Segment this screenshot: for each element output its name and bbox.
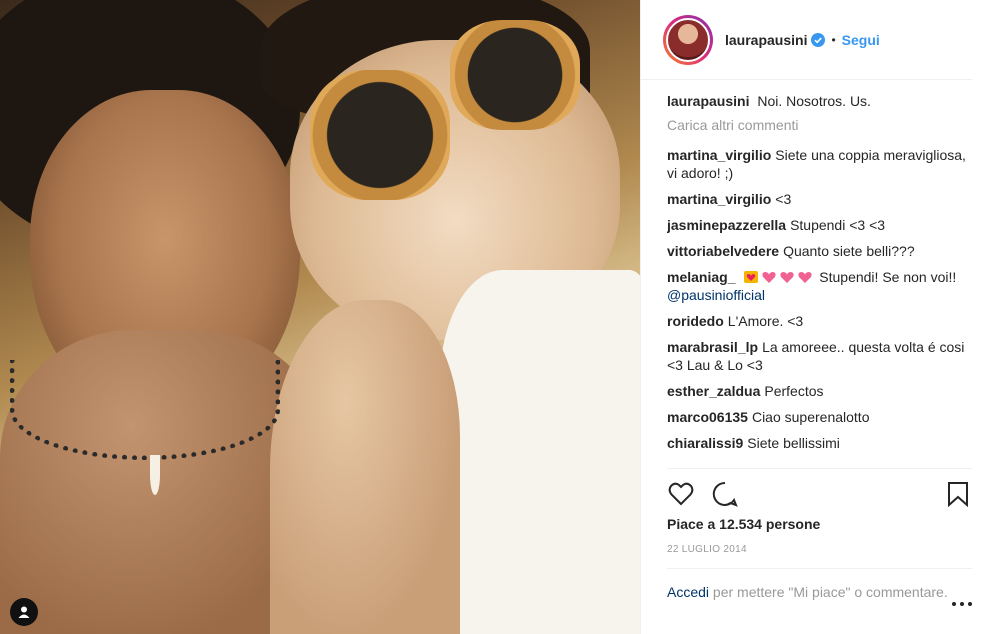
list-item: martina_virgilio Siete una coppia meravig…	[667, 146, 972, 182]
comment-username[interactable]: marabrasil_lp	[667, 339, 758, 355]
save-button[interactable]	[944, 480, 972, 508]
caption-text: Noi. Nosotros. Us.	[757, 93, 871, 109]
comment-text: Stupendi <3 <3	[790, 217, 886, 233]
list-item: martina_virgilio <3	[667, 190, 972, 208]
login-link[interactable]: Accedi	[667, 584, 709, 600]
comment-text: Stupendi! Se non voi!!	[815, 269, 957, 285]
comment-text: Perfectos	[764, 383, 824, 399]
comment-username[interactable]: jasminepazzerella	[667, 217, 786, 233]
comment-username[interactable]: chiaralissi9	[667, 435, 743, 451]
comment-username[interactable]: roridedo	[667, 313, 724, 329]
comment-username[interactable]: martina_virgilio	[667, 191, 771, 207]
post-photo[interactable]	[0, 0, 640, 634]
comment-username[interactable]: melaniag_	[667, 269, 735, 285]
list-item: marabrasil_lp La amoreee.. questa volta é…	[667, 338, 972, 374]
bookmark-icon	[948, 481, 968, 507]
comment-text: Quanto siete belli???	[783, 243, 915, 259]
list-item: vittoriabelvedere Quanto siete belli???	[667, 242, 972, 260]
comment-bubble-icon	[712, 481, 738, 507]
avatar[interactable]	[663, 14, 713, 65]
sparkling-heart-emoji-icon	[762, 272, 776, 283]
comment-username[interactable]: esther_zaldua	[667, 383, 760, 399]
post-date[interactable]: 22 LUGLIO 2014	[667, 544, 747, 555]
comment-text: L'Amore. <3	[727, 313, 804, 329]
user-tag-icon	[18, 606, 30, 618]
likes-count[interactable]: Piace a 12.534 persone	[667, 516, 820, 532]
sparkling-heart-emoji-icon	[780, 272, 794, 283]
author-username[interactable]: laurapausini	[725, 32, 807, 48]
separator-dot: •	[831, 32, 836, 47]
list-item: jasminepazzerella Stupendi <3 <3	[667, 216, 972, 234]
post-side-panel: laurapausini • Segui laurapausini Noi. N…	[640, 0, 1000, 634]
comment-text: <3	[775, 191, 792, 207]
verified-badge-icon	[811, 32, 826, 47]
caption-username[interactable]: laurapausini	[667, 93, 749, 109]
list-item: chiaralissi9 Siete bellissimi	[667, 434, 972, 452]
sparkling-heart-emoji-icon	[798, 272, 812, 283]
post-header: laurapausini • Segui	[641, 0, 972, 80]
comment-username[interactable]: martina_virgilio	[667, 147, 771, 163]
heart-icon	[668, 482, 694, 505]
login-prompt: Accedi per mettere "Mi piace" o commenta…	[667, 568, 972, 606]
comment-text: Siete bellissimi	[747, 435, 840, 451]
comment-button[interactable]	[711, 480, 739, 508]
load-more-comments-button[interactable]: Carica altri commenti	[667, 116, 972, 134]
comments-list[interactable]: laurapausini Noi. Nosotros. Us. Carica a…	[667, 92, 972, 468]
couple-heart-emoji-icon	[744, 271, 759, 283]
list-item: marco06135 Ciao superenalotto	[667, 408, 972, 426]
follow-button[interactable]: Segui	[842, 32, 880, 48]
list-item: roridedo L'Amore. <3	[667, 312, 972, 330]
comment-username[interactable]: marco06135	[667, 409, 748, 425]
list-item: melaniag_ Stupendi! Se non voi!! @pausin…	[667, 268, 972, 304]
comment-username[interactable]: vittoriabelvedere	[667, 243, 779, 259]
like-button[interactable]	[667, 480, 695, 508]
comment-text: Ciao superenalotto	[751, 409, 870, 425]
mention-link[interactable]: @pausiniofficial	[667, 287, 765, 303]
list-item: esther_zaldua Perfectos	[667, 382, 972, 400]
more-options-icon[interactable]	[952, 597, 972, 611]
post-caption: laurapausini Noi. Nosotros. Us.	[667, 92, 972, 110]
login-prompt-text: per mettere "Mi piace" o commentare.	[709, 584, 948, 600]
post-actions	[667, 468, 972, 518]
tag-button[interactable]	[10, 598, 38, 626]
